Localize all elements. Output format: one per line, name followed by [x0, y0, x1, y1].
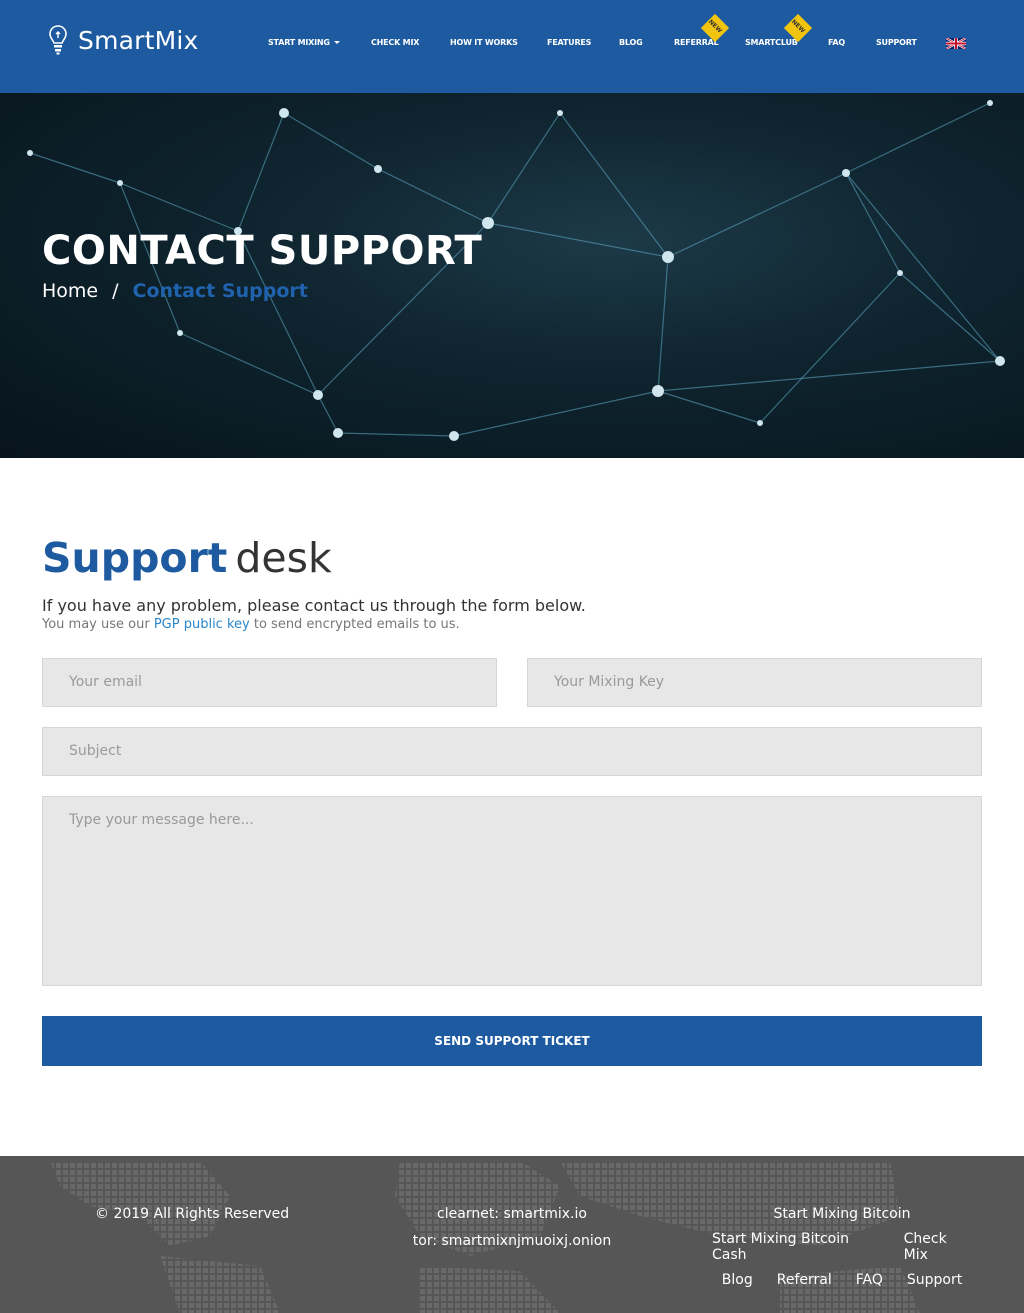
lightbulb-icon	[49, 25, 67, 55]
breadcrumb-separator: /	[112, 280, 119, 302]
page-footer: © 2019 All Rights Reserved clearnet: sma…	[0, 1156, 1024, 1313]
brand-name: SmartMix	[78, 25, 199, 55]
nav-faq[interactable]: FAQ	[828, 38, 845, 47]
top-navbar: SmartMix START MIXING CHECK MIX HOW IT W…	[0, 0, 1024, 93]
pgp-note-after: to send encrypted emails to us.	[253, 617, 460, 632]
breadcrumb-current: Contact Support	[132, 280, 308, 302]
breadcrumb: Home / Contact Support	[42, 280, 308, 302]
email-input[interactable]: Your email	[42, 658, 497, 707]
new-badge: NEW	[783, 13, 813, 43]
footer-link-referral[interactable]: Referral	[777, 1272, 832, 1288]
section-title: Support desk	[42, 534, 332, 582]
pgp-note-before: You may use our	[42, 617, 150, 632]
breadcrumb-home[interactable]: Home	[42, 280, 98, 302]
network-background-image	[27, 100, 1005, 441]
nav-check-mix[interactable]: CHECK MIX	[371, 38, 419, 47]
nav-features[interactable]: FEATURES	[547, 38, 591, 47]
nav-blog[interactable]: BLOG	[619, 38, 643, 47]
nav-start-mixing[interactable]: START MIXING	[268, 38, 340, 47]
caret-down-icon	[333, 41, 340, 44]
footer-link-support[interactable]: Support	[907, 1272, 962, 1288]
uk-flag-icon[interactable]	[946, 38, 966, 49]
footer-link-check-mix[interactable]: Check Mix	[904, 1231, 972, 1263]
nav-how-it-works[interactable]: HOW IT WORKS	[450, 38, 518, 47]
page-hero: CONTACT SUPPORT Home / Contact Support	[0, 93, 1024, 458]
pgp-key-link[interactable]: PGP public key	[154, 617, 250, 632]
section-title-bold: Support	[42, 534, 228, 582]
send-ticket-button[interactable]: SEND SUPPORT TICKET	[42, 1016, 982, 1066]
subject-input[interactable]: Subject	[42, 727, 982, 776]
pgp-note: You may use our PGP public key to send e…	[42, 617, 460, 632]
brand-logo[interactable]: SmartMix	[48, 24, 199, 56]
new-badge: NEW	[700, 13, 730, 43]
mixing-key-input[interactable]: Your Mixing Key	[527, 658, 982, 707]
nav-start-mixing-label: START MIXING	[268, 38, 330, 47]
page-title: CONTACT SUPPORT	[42, 228, 483, 274]
message-textarea[interactable]: Type your message here...	[42, 796, 982, 986]
nav-support[interactable]: SUPPORT	[876, 38, 917, 47]
nav-smartclub[interactable]: SMARTCLUB	[745, 38, 798, 47]
footer-links: Start Mixing Bitcoin Start Mixing Bitcoi…	[712, 1206, 972, 1297]
section-title-light: desk	[235, 534, 332, 582]
footer-link-blog[interactable]: Blog	[722, 1272, 753, 1288]
footer-link-faq[interactable]: FAQ	[856, 1272, 883, 1288]
footer-link-start-mixing-bitcoin[interactable]: Start Mixing Bitcoin	[773, 1206, 910, 1222]
intro-text: If you have any problem, please contact …	[42, 596, 586, 615]
footer-link-start-mixing-bitcoin-cash[interactable]: Start Mixing Bitcoin Cash	[712, 1231, 880, 1263]
